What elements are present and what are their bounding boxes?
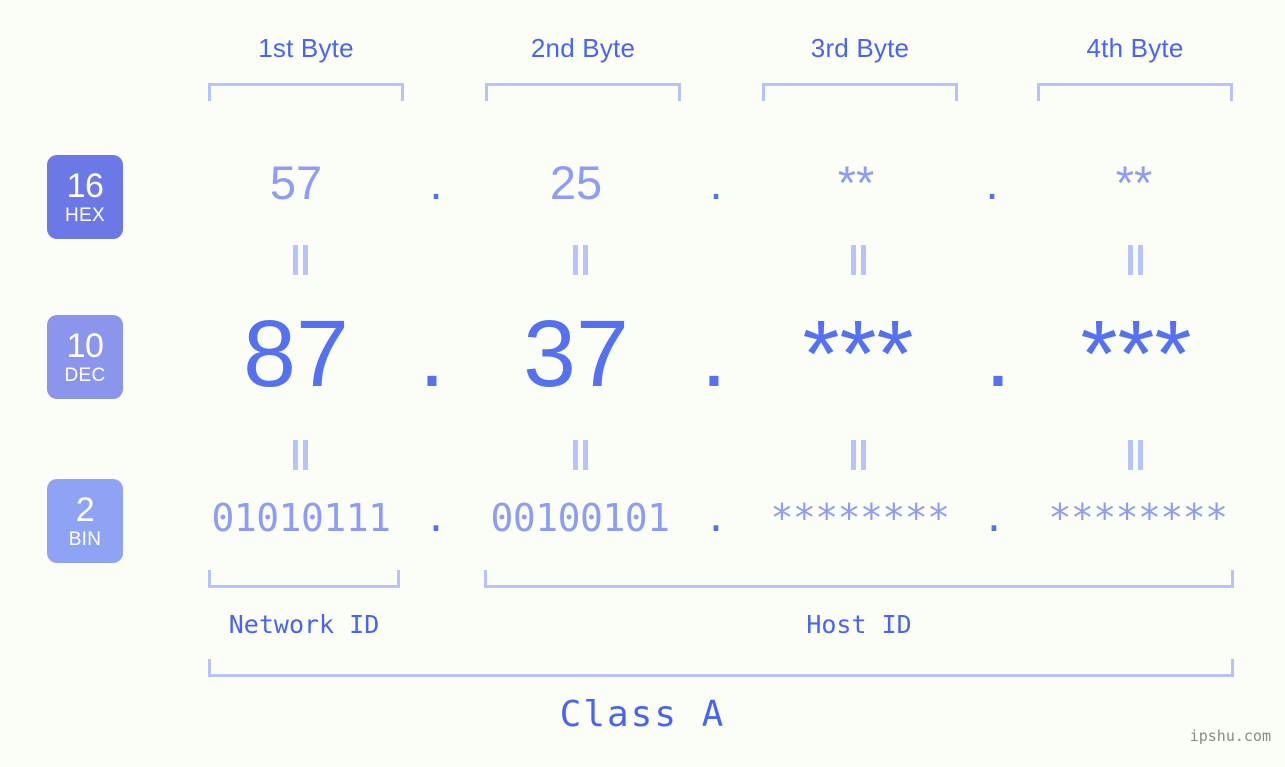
bin-separator-3: .	[982, 496, 1006, 540]
byte-header-1: 1st Byte	[258, 33, 354, 63]
class-label: Class A	[559, 694, 726, 735]
equals-separator-dec-bin-4	[1122, 440, 1148, 470]
radix-badge-hex-number: 16	[66, 167, 104, 205]
dec-separator-2: .	[700, 301, 728, 407]
hex-separator-3: .	[985, 156, 999, 209]
network-id-bracket	[208, 570, 400, 588]
hex-byte-3: **	[837, 156, 875, 209]
byte-bracket-top-4	[1037, 83, 1233, 101]
dec-byte-4: ***	[1080, 301, 1192, 407]
radix-badge-dec-label: DEC	[64, 365, 106, 386]
radix-badge-dec-number: 10	[66, 327, 104, 365]
dec-separator-1: .	[418, 301, 446, 407]
byte-header-3: 3rd Byte	[810, 33, 910, 63]
byte-header-4: 4th Byte	[1086, 33, 1184, 63]
watermark: ipshu.com	[1189, 727, 1271, 745]
bin-separator-1: .	[424, 496, 448, 540]
bin-byte-1: 01010111	[211, 496, 391, 540]
dec-byte-3: ***	[802, 301, 914, 407]
ip-address-diagram: 1st Byte 2nd Byte 3rd Byte 4th Byte 16 H…	[0, 0, 1285, 767]
radix-badge-bin-number: 2	[75, 491, 95, 529]
radix-badge-hex: 16 HEX	[47, 155, 123, 239]
bin-byte-4: ********	[1048, 496, 1228, 540]
equals-separator-dec-bin-1	[287, 440, 313, 470]
equals-separator-dec-bin-3	[845, 440, 871, 470]
hex-separator-1: .	[429, 156, 443, 209]
equals-separator-hex-dec-1	[287, 245, 313, 275]
radix-badge-dec: 10 DEC	[47, 315, 123, 399]
bin-separator-2: .	[704, 496, 728, 540]
equals-separator-dec-bin-2	[567, 440, 593, 470]
host-id-label: Host ID	[806, 610, 912, 639]
bin-byte-3: ********	[770, 496, 950, 540]
byte-bracket-top-1	[208, 83, 404, 101]
byte-bracket-top-3	[762, 83, 958, 101]
equals-separator-hex-dec-2	[567, 245, 593, 275]
hex-separator-2: .	[709, 156, 723, 209]
byte-bracket-top-2	[485, 83, 681, 101]
dec-separator-3: .	[984, 301, 1012, 407]
host-id-bracket	[484, 570, 1234, 588]
radix-badge-hex-label: HEX	[65, 205, 105, 226]
byte-header-2: 2nd Byte	[530, 33, 636, 63]
equals-separator-hex-dec-4	[1122, 245, 1148, 275]
network-id-label: Network ID	[228, 610, 380, 639]
hex-byte-4: **	[1115, 156, 1153, 209]
class-bracket	[208, 659, 1234, 677]
equals-separator-hex-dec-3	[845, 245, 871, 275]
dec-byte-2: 37	[523, 301, 629, 407]
bin-byte-2: 00100101	[490, 496, 670, 540]
radix-badge-bin-label: BIN	[68, 529, 102, 550]
hex-byte-2: 25	[549, 156, 603, 209]
radix-badge-bin: 2 BIN	[47, 479, 123, 563]
dec-byte-1: 87	[243, 301, 349, 407]
hex-byte-1: 57	[269, 156, 323, 209]
